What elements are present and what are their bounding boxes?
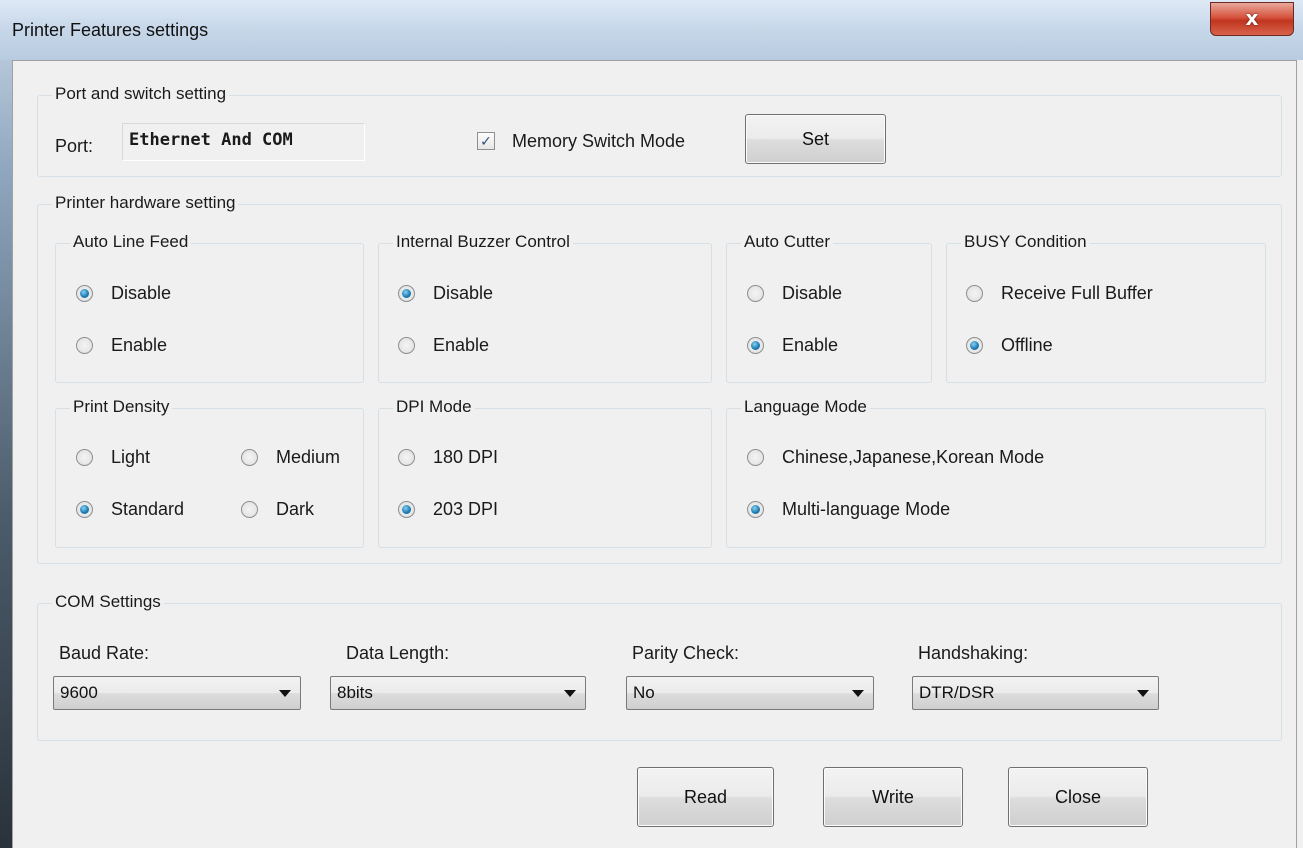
close-icon[interactable]: x (1210, 2, 1294, 36)
radio-selected-icon (966, 336, 983, 354)
close-button[interactable]: Close (1008, 767, 1148, 827)
memory-switch-label: Memory Switch Mode (512, 131, 686, 151)
com-settings-group: COM Settings (37, 592, 1282, 741)
auto-cutter-enable-radio[interactable]: Enable (747, 333, 838, 357)
port-value: Ethernet And COM (122, 123, 365, 161)
handshaking-value: DTR/DSR (919, 683, 995, 702)
busy-receive-full-buffer-radio[interactable]: Receive Full Buffer (966, 281, 1153, 305)
port-label: Port: (55, 136, 94, 156)
internal-buzzer-label: Internal Buzzer Control (393, 232, 573, 252)
parity-check-value: No (633, 683, 655, 702)
busy-offline-radio[interactable]: Offline (966, 333, 1053, 357)
radio-label: Disable (111, 282, 172, 303)
radio-selected-icon (76, 500, 93, 518)
auto-line-feed-enable-radio[interactable]: Enable (76, 333, 167, 357)
radio-selected-icon (398, 284, 415, 302)
radio-unselected-icon (76, 448, 93, 466)
radio-selected-icon (76, 284, 93, 302)
radio-unselected-icon (76, 336, 93, 354)
data-length-select[interactable]: 8bits (330, 676, 586, 710)
language-multi-radio[interactable]: Multi-language Mode (747, 497, 950, 521)
parity-check-select[interactable]: No (626, 676, 874, 710)
dpi-mode-label: DPI Mode (393, 397, 475, 417)
radio-unselected-icon (398, 336, 415, 354)
radio-label: Medium (276, 446, 341, 467)
radio-unselected-icon (747, 284, 764, 302)
radio-label: Disable (433, 282, 494, 303)
radio-label: Offline (1001, 334, 1053, 355)
busy-condition-label: BUSY Condition (961, 232, 1090, 252)
dpi-mode-group: DPI Mode (378, 397, 712, 548)
auto-line-feed-label: Auto Line Feed (70, 232, 192, 252)
print-density-dark-radio[interactable]: Dark (241, 497, 314, 521)
hardware-group-label: Printer hardware setting (52, 193, 239, 213)
radio-label: Light (111, 446, 151, 467)
print-density-standard-radio[interactable]: Standard (76, 497, 184, 521)
language-mode-label: Language Mode (741, 397, 870, 417)
read-button[interactable]: Read (637, 767, 774, 827)
auto-cutter-disable-radio[interactable]: Disable (747, 281, 842, 305)
memory-switch-checkbox[interactable]: ✓ (477, 132, 495, 150)
radio-selected-icon (398, 500, 415, 518)
dialog-body: Port and switch setting Port: Ethernet A… (12, 60, 1297, 848)
baud-rate-label: Baud Rate: (59, 643, 150, 663)
port-switch-group-label: Port and switch setting (52, 84, 230, 104)
radio-selected-icon (747, 500, 764, 518)
data-length-label: Data Length: (346, 643, 450, 663)
chevron-down-icon (564, 690, 576, 697)
language-cjk-radio[interactable]: Chinese,Japanese,Korean Mode (747, 445, 1044, 469)
internal-buzzer-group: Internal Buzzer Control (378, 232, 712, 383)
radio-label: 180 DPI (433, 446, 499, 467)
dpi-203-radio[interactable]: 203 DPI (398, 497, 498, 521)
radio-selected-icon (747, 336, 764, 354)
auto-line-feed-group: Auto Line Feed (55, 232, 364, 383)
set-button[interactable]: Set (745, 114, 886, 164)
auto-cutter-group: Auto Cutter (726, 232, 932, 383)
radio-unselected-icon (241, 500, 258, 518)
radio-label: Enable (782, 334, 839, 355)
language-mode-group: Language Mode (726, 397, 1266, 548)
chevron-down-icon (852, 690, 864, 697)
com-settings-group-label: COM Settings (52, 592, 164, 612)
radio-unselected-icon (966, 284, 983, 302)
radio-label: Standard (111, 498, 185, 519)
radio-label: Multi-language Mode (782, 498, 951, 519)
title-bar[interactable]: Printer Features settings x (0, 0, 1303, 60)
radio-label: 203 DPI (433, 498, 499, 519)
handshaking-label: Handshaking: (918, 643, 1029, 663)
radio-unselected-icon (747, 448, 764, 466)
radio-label: Disable (782, 282, 843, 303)
data-length-value: 8bits (337, 683, 373, 702)
print-density-group: Print Density (55, 397, 364, 548)
radio-label: Dark (276, 498, 315, 519)
auto-cutter-label: Auto Cutter (741, 232, 833, 252)
auto-line-feed-disable-radio[interactable]: Disable (76, 281, 171, 305)
baud-rate-select[interactable]: 9600 (53, 676, 301, 710)
chevron-down-icon (279, 690, 291, 697)
print-density-medium-radio[interactable]: Medium (241, 445, 340, 469)
radio-label: Enable (433, 334, 490, 355)
background-window-edge (0, 0, 12, 848)
radio-label: Enable (111, 334, 168, 355)
window-title: Printer Features settings (12, 20, 209, 40)
print-density-label: Print Density (70, 397, 173, 417)
internal-buzzer-disable-radio[interactable]: Disable (398, 281, 493, 305)
radio-label: Receive Full Buffer (1001, 282, 1153, 303)
radio-unselected-icon (398, 448, 415, 466)
radio-unselected-icon (241, 448, 258, 466)
radio-label: Chinese,Japanese,Korean Mode (782, 446, 1045, 467)
dpi-180-radio[interactable]: 180 DPI (398, 445, 498, 469)
chevron-down-icon (1137, 690, 1149, 697)
internal-buzzer-enable-radio[interactable]: Enable (398, 333, 489, 357)
print-density-light-radio[interactable]: Light (76, 445, 150, 469)
baud-rate-value: 9600 (60, 683, 98, 702)
write-button[interactable]: Write (823, 767, 963, 827)
busy-condition-group: BUSY Condition (946, 232, 1266, 383)
handshaking-select[interactable]: DTR/DSR (912, 676, 1159, 710)
parity-check-label: Parity Check: (632, 643, 740, 663)
